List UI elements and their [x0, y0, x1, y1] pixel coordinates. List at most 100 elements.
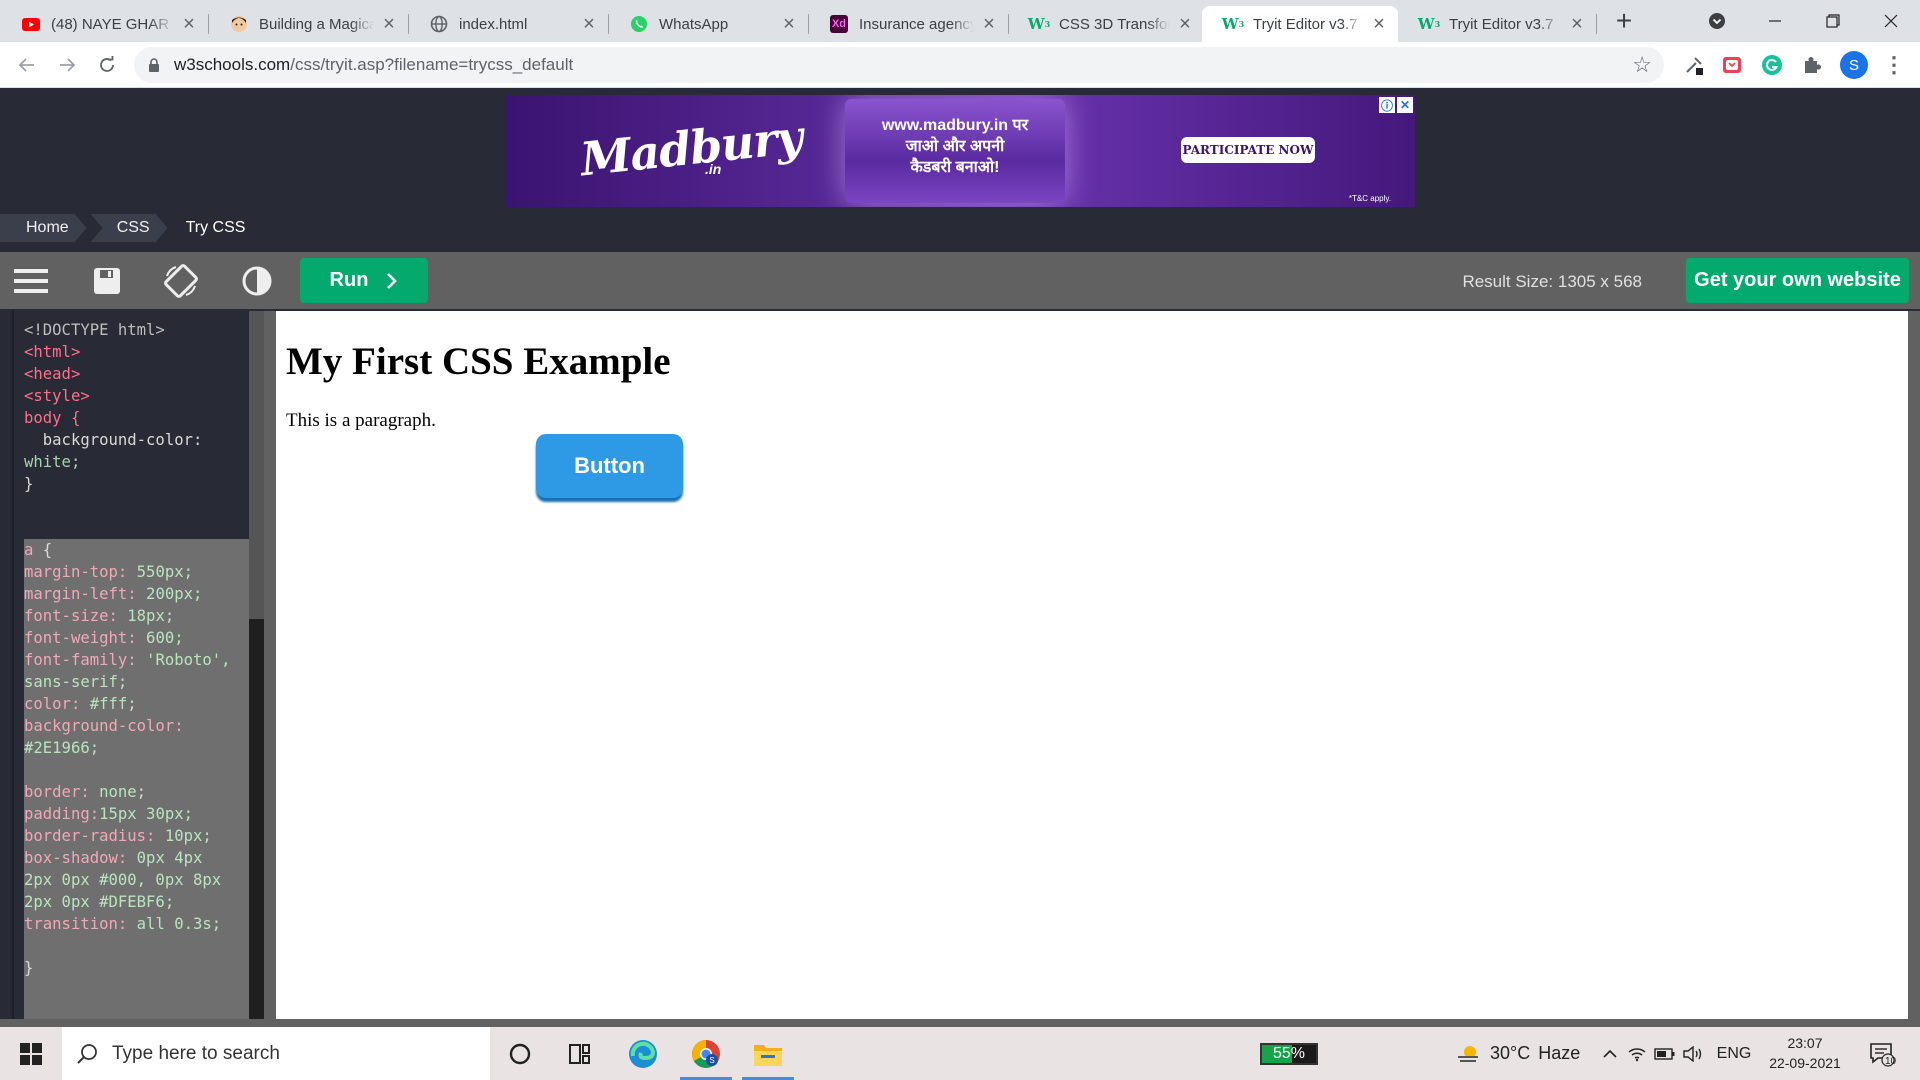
- tab-close-icon[interactable]: ×: [980, 13, 998, 36]
- forward-button[interactable]: [52, 50, 82, 80]
- code-line: <html>: [24, 343, 81, 361]
- run-button[interactable]: Run: [300, 258, 428, 303]
- code-token: transition:: [24, 915, 128, 933]
- chrome-browser-icon[interactable]: S: [676, 1027, 736, 1080]
- tab-close-icon[interactable]: ×: [1568, 13, 1586, 36]
- whatsapp-icon: [630, 15, 648, 33]
- close-window-button[interactable]: [1862, 0, 1920, 42]
- menu-hamburger-icon[interactable]: [14, 264, 48, 298]
- input-language[interactable]: ENG: [1714, 1027, 1754, 1080]
- tab-title: Tryit Editor v3.7: [1253, 15, 1358, 33]
- kebab-menu-icon[interactable]: ⋮: [1882, 52, 1906, 77]
- pane-resize-divider[interactable]: [264, 311, 276, 1019]
- xd-icon: Xd: [830, 15, 848, 33]
- tab-close-icon[interactable]: ×: [780, 13, 798, 36]
- browser-tab[interactable]: Xd Insurance agency ×: [808, 6, 1008, 42]
- browser-tab[interactable]: WhatsApp ×: [608, 6, 808, 42]
- system-clock[interactable]: 23:07 22-09-2021: [1760, 1033, 1850, 1073]
- bookmark-star-icon[interactable]: ☆: [1632, 52, 1652, 78]
- ad-choices[interactable]: ⓘ ✕: [1379, 97, 1413, 113]
- tab-close-icon[interactable]: ×: [180, 13, 198, 36]
- cortana-icon[interactable]: [490, 1027, 550, 1080]
- result-demo-button[interactable]: Button: [536, 434, 683, 498]
- breadcrumb-css[interactable]: CSS: [91, 214, 168, 242]
- volume-icon[interactable]: [1680, 1027, 1706, 1080]
- browser-tab[interactable]: W3 Tryit Editor v3.7 ×: [1398, 6, 1596, 42]
- code-editor[interactable]: <!DOCTYPE html> <html> <head> <style> bo…: [12, 311, 264, 1019]
- windows-logo-icon: [20, 1042, 42, 1065]
- tab-close-icon[interactable]: ×: [380, 13, 398, 36]
- weather-widget[interactable]: 30°C Haze: [1456, 1027, 1580, 1080]
- get-your-own-website-button[interactable]: Get your own website: [1686, 258, 1909, 303]
- ad-close-icon[interactable]: ✕: [1397, 97, 1413, 113]
- code-token: background-color:: [24, 717, 184, 735]
- pocket-extension-icon[interactable]: [1720, 53, 1744, 77]
- extensions-puzzle-icon[interactable]: [1800, 53, 1824, 77]
- notification-count: 10: [1885, 1056, 1897, 1067]
- code-line: body {: [24, 409, 81, 427]
- browser-tab[interactable]: Building a Magica ×: [208, 6, 408, 42]
- task-view-icon[interactable]: [550, 1027, 610, 1080]
- start-button[interactable]: [0, 1027, 62, 1080]
- new-tab-button[interactable]: +: [1609, 6, 1639, 36]
- code-token: 550px;: [127, 563, 193, 581]
- taskbar-search-box[interactable]: Type here to search: [62, 1027, 490, 1080]
- tab-close-icon[interactable]: ×: [1176, 13, 1194, 36]
- browser-tab[interactable]: index.html ×: [408, 6, 608, 42]
- weather-condition: Haze: [1538, 1043, 1581, 1063]
- breadcrumb-home[interactable]: Home: [0, 214, 87, 242]
- code-token: 2px 0px #000, 0px 8px: [24, 871, 231, 889]
- rotate-layout-icon[interactable]: [164, 264, 198, 298]
- profile-avatar[interactable]: S: [1840, 51, 1868, 79]
- tab-close-icon[interactable]: ×: [1370, 13, 1388, 36]
- code-token: #fff;: [80, 695, 137, 713]
- battery-indicator[interactable]: 55%: [1260, 1043, 1318, 1065]
- advertisement-banner[interactable]: Madbury .in www.madbury.in पर जाओ और अपन…: [505, 95, 1415, 207]
- code-text[interactable]: <!DOCTYPE html> <html> <head> <style> bo…: [24, 319, 252, 979]
- clock-date: 22-09-2021: [1769, 1055, 1841, 1071]
- save-icon[interactable]: [90, 264, 124, 298]
- code-token: 15px 30px;: [99, 805, 193, 823]
- code-line: white;: [24, 453, 81, 471]
- show-hidden-icons-chevron-icon[interactable]: [1598, 1027, 1622, 1080]
- back-button[interactable]: [12, 50, 42, 80]
- reload-button[interactable]: [92, 50, 122, 80]
- ad-chocolate-wrapper: www.madbury.in पर जाओ और अपनी कैडबरी बना…: [845, 99, 1065, 203]
- file-explorer-icon[interactable]: [738, 1027, 798, 1080]
- breadcrumb-current: Try CSS: [185, 219, 246, 236]
- browser-tab[interactable]: W3 CSS 3D Transform ×: [1008, 6, 1204, 42]
- eyedropper-extension-icon[interactable]: [1682, 53, 1706, 77]
- ad-info-icon[interactable]: ⓘ: [1379, 97, 1395, 113]
- wifi-icon[interactable]: [1624, 1027, 1650, 1080]
- tab-close-icon[interactable]: ×: [580, 13, 598, 36]
- search-placeholder: Type here to search: [112, 1042, 280, 1064]
- tab-search-button[interactable]: [1688, 0, 1746, 42]
- w3schools-icon: W3: [1027, 15, 1051, 33]
- code-token: 10px;: [155, 827, 212, 845]
- dark-mode-toggle-icon[interactable]: [240, 264, 274, 298]
- code-scrollbar-thumb[interactable]: [249, 311, 264, 619]
- browser-tab-active[interactable]: W3 Tryit Editor v3.7 ×: [1202, 6, 1398, 42]
- tab-title: WhatsApp: [659, 15, 729, 33]
- run-label: Run: [329, 269, 369, 291]
- code-token: font-size:: [24, 607, 118, 625]
- profile-initial: S: [1848, 56, 1859, 74]
- code-token: #2E1966;: [24, 739, 100, 757]
- battery-tray-icon[interactable]: [1652, 1027, 1678, 1080]
- code-scrollbar[interactable]: [249, 311, 264, 1019]
- edge-browser-icon[interactable]: [613, 1027, 673, 1080]
- tab-title: index.html: [459, 15, 528, 33]
- code-line: background-color:: [24, 431, 203, 449]
- chevron-down-icon: [1709, 13, 1725, 29]
- tab-separator: [1596, 14, 1597, 34]
- code-token: font-family:: [24, 651, 137, 669]
- chevron-right-icon: [387, 272, 398, 289]
- minimize-button[interactable]: [1746, 0, 1804, 42]
- restore-button[interactable]: [1804, 0, 1862, 42]
- browser-tab[interactable]: (48) NAYE GHAR KI ×: [0, 6, 208, 42]
- address-bar[interactable]: w3schools.com/css/tryit.asp?filename=try…: [134, 47, 1664, 83]
- action-center-button[interactable]: 10: [1862, 1035, 1902, 1073]
- ad-participate-button[interactable]: PARTICIPATE NOW: [1181, 137, 1315, 163]
- grammarly-extension-icon[interactable]: [1760, 53, 1784, 77]
- ad-wrapper-text: www.madbury.in पर जाओ और अपनी कैडबरी बना…: [881, 117, 1029, 176]
